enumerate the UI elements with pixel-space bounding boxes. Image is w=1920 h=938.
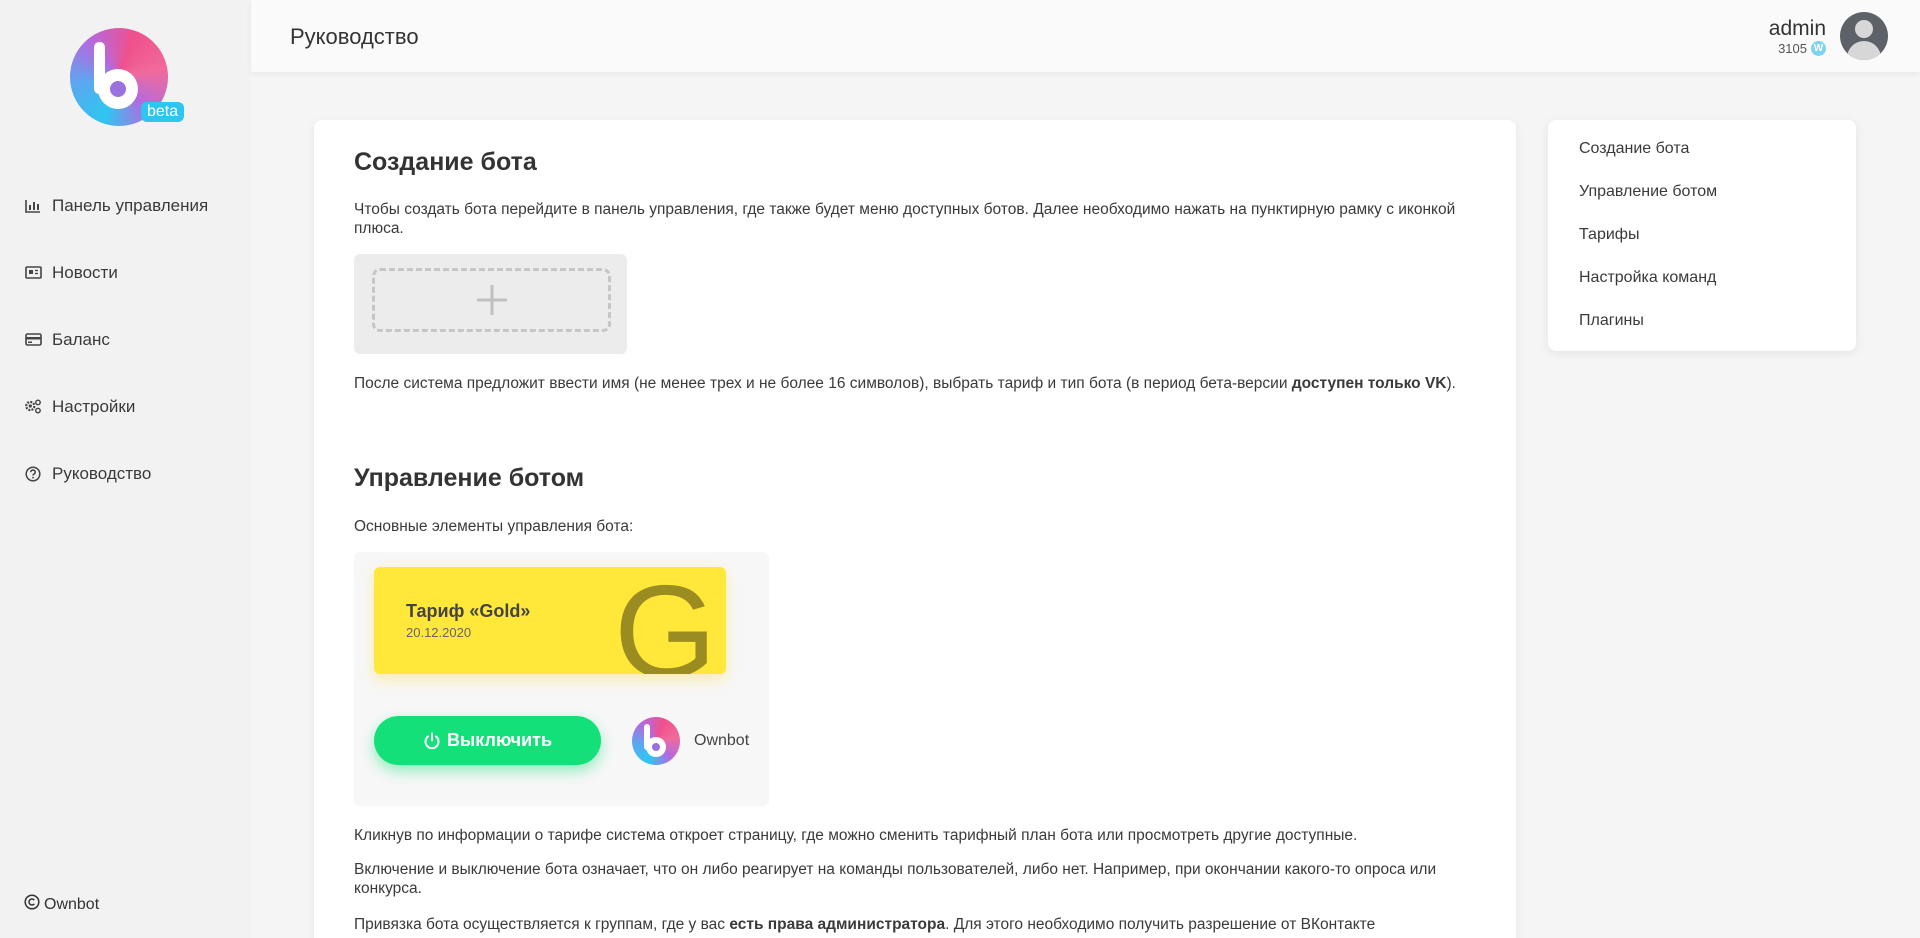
plus-icon	[476, 285, 507, 315]
paragraph: Кликнув по информации о тарифе система о…	[354, 827, 1358, 844]
avatar-head	[1855, 20, 1873, 38]
avatar[interactable]	[1840, 12, 1888, 60]
copyright-icon	[24, 894, 40, 915]
sidebar-item-settings[interactable]: Настройки	[24, 373, 208, 440]
tariff-letter: G	[614, 567, 717, 674]
power-toggle-button[interactable]: Выключить	[374, 716, 601, 765]
logo-b-icon	[94, 42, 138, 109]
coin-icon: W	[1811, 40, 1826, 56]
footer-copyright: Ownbot	[24, 894, 99, 915]
beta-badge: beta	[141, 102, 185, 122]
user-info: admin 3105 W	[1769, 17, 1826, 56]
credit-card-icon	[24, 331, 42, 349]
gears-icon	[24, 398, 42, 416]
toc-item-commands[interactable]: Настройка команд	[1579, 267, 1856, 310]
tariff-date: 20.12.2020	[406, 625, 472, 640]
toggle-label: Выключить	[446, 730, 553, 750]
paragraph: Привязка бота осуществляется к группам, …	[354, 915, 1474, 934]
guide-content: Создание бота Чтобы создать бота перейди…	[314, 120, 1516, 938]
paragraph: Включение и выключение бота означает, чт…	[354, 861, 1437, 897]
sidebar-item-balance[interactable]: Баланс	[24, 306, 208, 373]
sidebar-item-label: Руководство	[52, 463, 152, 483]
page-title: Руководство	[290, 24, 419, 49]
section-title-create-bot: Создание бота	[354, 148, 537, 176]
text-fragment: После система предложит ввести имя (не м…	[354, 375, 1292, 392]
section-title-manage-bot: Управление ботом	[354, 464, 585, 492]
toc-item-manage-bot[interactable]: Управление ботом	[1579, 181, 1856, 224]
table-of-contents: Создание бота Управление ботом Тарифы На…	[1548, 120, 1856, 351]
sidebar-item-label: Панель управления	[52, 195, 209, 215]
toc-item-plugins[interactable]: Плагины	[1579, 310, 1856, 353]
question-circle-icon	[24, 465, 42, 483]
user-balance: 3105 W	[1769, 40, 1826, 56]
logo[interactable]: beta	[70, 28, 190, 128]
bar-chart-icon	[24, 197, 42, 215]
tariff-name: Тариф «Gold»	[406, 601, 531, 621]
tariff-card[interactable]: G Тариф «Gold» 20.12.2020	[374, 567, 726, 674]
text-fragment: Привязка бота осуществляется к группам, …	[354, 916, 730, 933]
sidebar-nav: Панель управления Новости Баланс Настрой…	[24, 172, 208, 507]
bold-fragment: есть права администратора	[729, 916, 946, 933]
newspaper-icon	[24, 264, 42, 282]
sidebar-item-label: Настройки	[52, 396, 136, 416]
bot-logo-icon	[644, 724, 666, 757]
sidebar-item-guide[interactable]: Руководство	[24, 440, 208, 507]
sidebar-item-label: Баланс	[52, 329, 110, 349]
bot-avatar	[632, 717, 680, 765]
power-icon	[423, 732, 441, 750]
topbar: Руководство admin 3105 W	[251, 0, 1920, 72]
sidebar: beta Панель управления Новости Баланс На…	[0, 0, 251, 938]
sidebar-item-news[interactable]: Новости	[24, 239, 208, 306]
paragraph: Чтобы создать бота перейдите в панель уп…	[354, 201, 1456, 237]
add-bot-example	[354, 254, 627, 354]
sidebar-item-label: Новости	[52, 262, 118, 282]
user-name: admin	[1768, 16, 1826, 40]
toc-item-create-bot[interactable]: Создание бота	[1579, 138, 1856, 181]
bot-name: Ownbot	[694, 732, 750, 749]
toc-item-tariffs[interactable]: Тарифы	[1579, 224, 1856, 267]
bold-fragment: доступен только VK	[1291, 375, 1447, 392]
text-fragment: . Для этого необходимо получить разрешен…	[945, 916, 1376, 933]
paragraph: После система предложит ввести имя (не м…	[354, 374, 1474, 393]
bot-controls-example: G Тариф «Gold» 20.12.2020 Выключить Ownb…	[354, 552, 769, 806]
paragraph: Основные элементы управления бота:	[354, 518, 634, 535]
balance-value: 3105	[1778, 40, 1807, 56]
footer-brand-label: Ownbot	[44, 895, 100, 913]
text-fragment: ).	[1446, 375, 1456, 392]
sidebar-item-dashboard[interactable]: Панель управления	[24, 172, 208, 239]
user-menu[interactable]: admin 3105 W	[1769, 12, 1888, 60]
avatar-body	[1847, 41, 1881, 60]
add-bot-placeholder[interactable]	[372, 268, 611, 332]
